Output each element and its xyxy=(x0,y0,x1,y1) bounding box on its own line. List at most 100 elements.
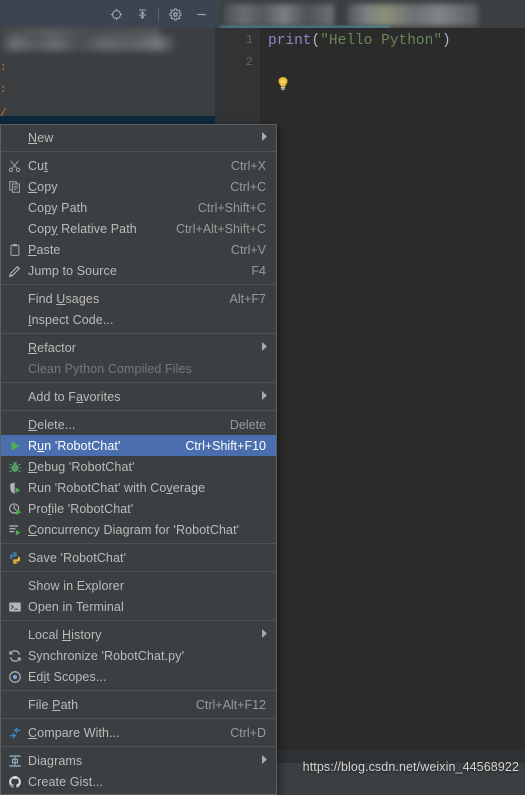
coverage-icon xyxy=(1,477,28,498)
menu-item-label: New xyxy=(28,130,54,145)
menu-item-shortcut: Ctrl+D xyxy=(230,725,266,740)
menu-item-find-usages[interactable]: Find Usages Alt+F7 xyxy=(1,288,276,309)
locate-target-icon[interactable] xyxy=(103,0,129,28)
debug-bug-icon xyxy=(1,456,28,477)
clipboard-icon xyxy=(1,239,28,260)
menu-item-edit-scopes[interactable]: Edit Scopes... xyxy=(1,666,276,687)
editor-tab-blurred-2[interactable] xyxy=(348,4,478,26)
menu-item-label: Copy Path xyxy=(28,200,88,215)
menu-item-delete[interactable]: Delete... Delete xyxy=(1,414,276,435)
menu-item-label: Run 'RobotChat' xyxy=(28,438,121,453)
chevron-right-icon xyxy=(262,391,276,402)
menu-item-label: Create Gist... xyxy=(28,774,104,789)
minimize-icon[interactable] xyxy=(188,0,214,28)
menu-item-open-in-terminal[interactable]: Open in Terminal xyxy=(1,596,276,617)
menu-item-refactor[interactable]: Refactor xyxy=(1,337,276,358)
menu-item-synchronize-robotchat-py[interactable]: Synchronize 'RobotChat.py' xyxy=(1,645,276,666)
editor-tab-strip[interactable] xyxy=(220,0,525,28)
compare-icon xyxy=(1,722,28,743)
menu-item-label: Copy xyxy=(28,179,58,194)
menu-item-shortcut: Ctrl+Alt+Shift+C xyxy=(176,221,266,236)
ide-window: : : / 1 2 print("Hello Python") New Cut Ct… xyxy=(0,0,525,795)
menu-item-shortcut: Delete xyxy=(229,417,266,432)
menu-item-create-gist[interactable]: Create Gist... xyxy=(1,771,276,792)
menu-item-label: Cut xyxy=(28,158,48,173)
menu-item-new[interactable]: New xyxy=(1,127,276,148)
menu-item-label: Diagrams xyxy=(28,753,83,768)
line-number: 1 xyxy=(245,33,253,47)
menu-item-local-history[interactable]: Local History xyxy=(1,624,276,645)
menu-item-jump-to-source[interactable]: Jump to Source F4 xyxy=(1,260,276,281)
chevron-right-icon xyxy=(262,629,276,640)
lightbulb-icon[interactable] xyxy=(276,76,290,92)
line-number: 2 xyxy=(245,55,253,69)
menu-item-label: Compare With... xyxy=(28,725,120,740)
pencil-icon xyxy=(1,260,28,281)
context-menu[interactable]: New Cut Ctrl+X Copy Ctrl+C Copy Path Ctrl+Shif… xyxy=(0,124,277,795)
menu-item-icon-slot xyxy=(1,575,28,596)
menu-item-icon-slot xyxy=(1,309,28,330)
menu-item-icon-slot xyxy=(1,358,28,379)
menu-item-label: Debug 'RobotChat' xyxy=(28,459,135,474)
gear-icon[interactable] xyxy=(162,0,188,28)
menu-item-debug-robotchat[interactable]: Debug 'RobotChat' xyxy=(1,456,276,477)
menu-item-show-in-explorer[interactable]: Show in Explorer xyxy=(1,575,276,596)
menu-item-label: Inspect Code... xyxy=(28,312,114,327)
menu-item-shortcut: Ctrl+V xyxy=(230,242,266,257)
project-panel-toolbar xyxy=(0,0,220,28)
menu-separator xyxy=(1,543,276,544)
menu-item-label: Edit Scopes... xyxy=(28,669,107,684)
menu-item-label: Refactor xyxy=(28,340,77,355)
menu-separator xyxy=(1,382,276,383)
menu-item-shortcut: Alt+F7 xyxy=(229,291,266,306)
collapse-all-icon[interactable] xyxy=(129,0,155,28)
menu-item-shortcut: F4 xyxy=(251,263,266,278)
menu-item-copy-relative-path[interactable]: Copy Relative Path Ctrl+Alt+Shift+C xyxy=(1,218,276,239)
menu-item-icon-slot xyxy=(1,127,28,148)
menu-item-label: Clean Python Compiled Files xyxy=(28,361,192,376)
menu-item-file-path[interactable]: File Path Ctrl+Alt+F12 xyxy=(1,694,276,715)
menu-item-run-robotchat-with-coverage[interactable]: Run 'RobotChat' with Coverage xyxy=(1,477,276,498)
menu-item-clean-python-compiled-files: Clean Python Compiled Files xyxy=(1,358,276,379)
menu-item-label: File Path xyxy=(28,697,79,712)
code-token-function: print xyxy=(268,33,312,49)
copy-icon xyxy=(1,176,28,197)
menu-item-cut[interactable]: Cut Ctrl+X xyxy=(1,155,276,176)
menu-item-compare-with[interactable]: Compare With... Ctrl+D xyxy=(1,722,276,743)
menu-item-paste[interactable]: Paste Ctrl+V xyxy=(1,239,276,260)
diagrams-icon xyxy=(1,750,28,771)
terminal-icon xyxy=(1,596,28,617)
menu-separator xyxy=(1,690,276,691)
menu-item-inspect-code[interactable]: Inspect Code... xyxy=(1,309,276,330)
menu-item-label: Open in Terminal xyxy=(28,599,124,614)
menu-separator xyxy=(1,333,276,334)
menu-separator xyxy=(1,284,276,285)
menu-separator xyxy=(1,571,276,572)
menu-item-concurrency-diagram-for-robotchat[interactable]: Concurrency Diagram for 'RobotChat' xyxy=(1,519,276,540)
code-editor[interactable]: print("Hello Python") xyxy=(260,28,525,783)
code-line-1: print("Hello Python") xyxy=(268,33,451,49)
menu-item-label: Show in Explorer xyxy=(28,578,125,593)
project-tree-blurred-row-1[interactable] xyxy=(0,36,175,51)
menu-separator xyxy=(1,151,276,152)
menu-item-icon-slot xyxy=(1,386,28,407)
menu-item-icon-slot xyxy=(1,288,28,309)
menu-item-profile-robotchat[interactable]: Profile 'RobotChat' xyxy=(1,498,276,519)
menu-separator xyxy=(1,746,276,747)
sync-icon xyxy=(1,645,28,666)
menu-item-icon-slot xyxy=(1,414,28,435)
menu-item-shortcut: Ctrl+Shift+F10 xyxy=(185,438,266,453)
menu-item-shortcut: Ctrl+Alt+F12 xyxy=(195,697,266,712)
scissors-icon xyxy=(1,155,28,176)
menu-item-save-robotchat[interactable]: Save 'RobotChat' xyxy=(1,547,276,568)
menu-item-run-robotchat[interactable]: Run 'RobotChat' Ctrl+Shift+F10 xyxy=(1,435,276,456)
menu-item-copy[interactable]: Copy Ctrl+C xyxy=(1,176,276,197)
menu-item-label: Delete... xyxy=(28,417,76,432)
menu-item-diagrams[interactable]: Diagrams xyxy=(1,750,276,771)
editor-tab-blurred-1[interactable] xyxy=(224,4,334,26)
watermark-text: https://blog.csdn.net/weixin_44568922 xyxy=(302,760,519,774)
menu-item-add-to-favorites[interactable]: Add to Favorites xyxy=(1,386,276,407)
menu-item-copy-path[interactable]: Copy Path Ctrl+Shift+C xyxy=(1,197,276,218)
menu-item-label: Run 'RobotChat' with Coverage xyxy=(28,480,206,495)
chevron-right-icon xyxy=(262,342,276,353)
